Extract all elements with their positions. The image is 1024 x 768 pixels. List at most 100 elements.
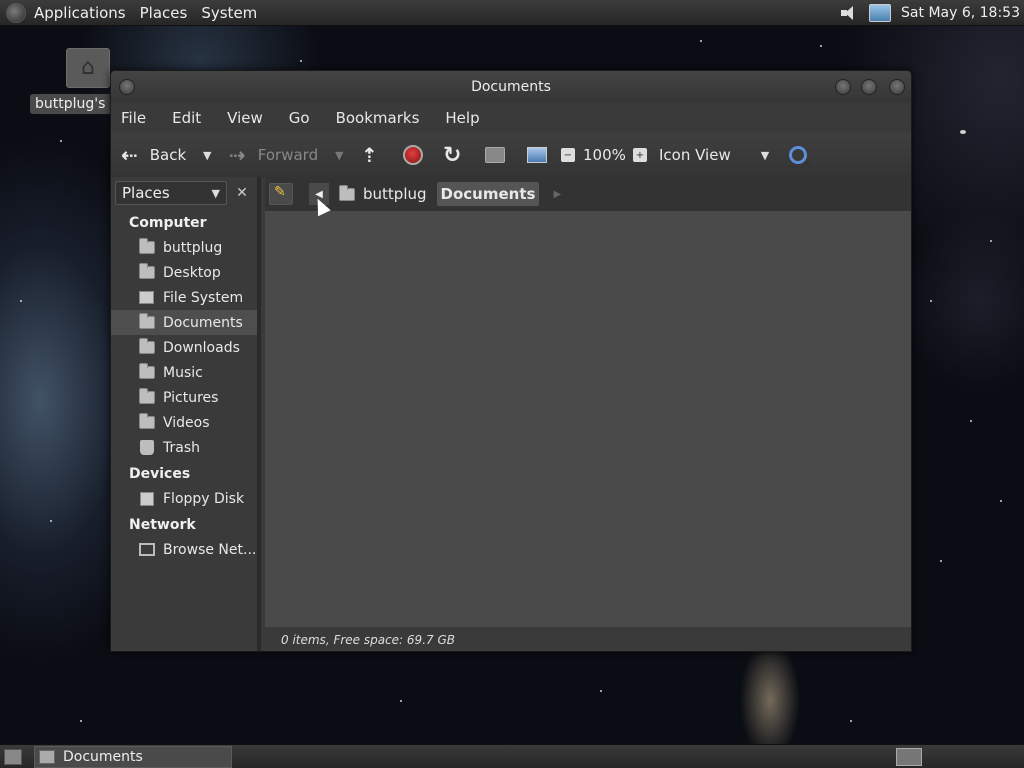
minimize-button[interactable]: [835, 79, 851, 95]
breadcrumb-home[interactable]: buttplug: [335, 182, 431, 206]
distro-logo-icon[interactable]: [6, 2, 26, 23]
sidebar: Places ▼ ✕ Computer buttplug Desktop Fil…: [111, 177, 261, 651]
file-manager-window: Documents File Edit View Go Bookmarks He…: [110, 70, 912, 652]
computer-icon: [527, 147, 547, 163]
floppy-disk-icon: [140, 491, 154, 506]
up-arrow-icon: ⇡: [361, 143, 378, 167]
sidebar-item-label: Desktop: [163, 264, 221, 281]
applications-menu[interactable]: Applications: [34, 4, 126, 22]
filesystem-icon: [139, 291, 154, 304]
sidebar-item-label: Floppy Disk: [163, 490, 245, 507]
sidebar-selector[interactable]: Places ▼: [115, 181, 227, 205]
sidebar-section-devices: Devices: [129, 466, 191, 482]
menu-help[interactable]: Help: [445, 109, 479, 127]
home-folder-icon: [339, 184, 355, 201]
stop-button[interactable]: [403, 133, 423, 177]
window-menu-button[interactable]: [119, 79, 135, 95]
menu-go[interactable]: Go: [289, 109, 310, 127]
chevron-down-icon: ▼: [203, 148, 212, 162]
sidebar-item-label: Music: [163, 364, 203, 381]
places-menu[interactable]: Places: [140, 4, 188, 22]
forward-button[interactable]: ⇢ Forward: [229, 133, 318, 177]
sidebar-close-icon[interactable]: ✕: [231, 182, 253, 204]
maximize-button[interactable]: [861, 79, 877, 95]
sidebar-item-filesystem[interactable]: File System: [111, 285, 257, 310]
home-folder-icon: [66, 48, 110, 88]
menu-edit[interactable]: Edit: [172, 109, 201, 127]
system-menu[interactable]: System: [201, 4, 257, 22]
zoom-out-button[interactable]: −: [561, 133, 575, 177]
home-icon: [485, 147, 505, 163]
chevron-down-icon: ▼: [335, 148, 344, 162]
sidebar-item-label: File System: [163, 289, 244, 306]
home-folder-icon: [139, 238, 155, 254]
top-panel: Applications Places System Sat May 6, 18…: [0, 0, 1024, 26]
window-title: Documents: [471, 79, 551, 95]
volume-icon[interactable]: [841, 5, 859, 21]
forward-label: Forward: [257, 146, 319, 164]
menubar: File Edit View Go Bookmarks Help: [111, 103, 911, 133]
computer-button[interactable]: [527, 133, 547, 177]
sidebar-item-home[interactable]: buttplug: [111, 235, 257, 260]
sidebar-item-floppy[interactable]: Floppy Disk: [111, 486, 257, 511]
edit-location-button[interactable]: [269, 183, 293, 205]
file-view-area[interactable]: [265, 211, 911, 627]
network-icon[interactable]: [869, 4, 892, 22]
window-titlebar[interactable]: Documents: [111, 71, 911, 103]
forward-history-dropdown[interactable]: ▼: [335, 133, 343, 177]
zoom-level[interactable]: 100%: [583, 133, 626, 177]
breadcrumb-documents[interactable]: Documents: [436, 182, 540, 206]
desktop-folder-icon: [139, 263, 155, 279]
sidebar-item-browse-network[interactable]: Browse Net...: [111, 537, 257, 562]
sidebar-item-downloads[interactable]: Downloads: [111, 335, 257, 360]
sidebar-item-label: Trash: [163, 439, 200, 456]
clock[interactable]: Sat May 6, 18:53: [901, 5, 1020, 21]
zoom-out-icon: −: [561, 148, 575, 162]
back-arrow-icon: ⇠: [121, 143, 138, 167]
sidebar-item-label: Videos: [163, 414, 210, 431]
stop-icon: [403, 145, 423, 165]
network-browse-icon: [139, 543, 155, 556]
workspace-switcher[interactable]: [896, 748, 922, 766]
documents-folder-icon: [139, 313, 155, 329]
trash-icon: [140, 440, 154, 455]
menu-view[interactable]: View: [227, 109, 263, 127]
sidebar-item-videos[interactable]: Videos: [111, 410, 257, 435]
sidebar-item-desktop[interactable]: Desktop: [111, 260, 257, 285]
path-scroll-right-button[interactable]: ▶: [553, 189, 561, 200]
reload-button[interactable]: ↻: [443, 133, 461, 177]
up-button[interactable]: ⇡: [361, 133, 378, 177]
back-history-dropdown[interactable]: ▼: [203, 133, 211, 177]
sidebar-item-trash[interactable]: Trash: [111, 435, 257, 460]
bottom-panel: Documents: [0, 744, 1024, 768]
sidebar-section-computer: Computer: [129, 215, 207, 231]
breadcrumb-label: Documents: [440, 185, 536, 203]
videos-folder-icon: [139, 413, 155, 429]
downloads-folder-icon: [139, 338, 155, 354]
search-icon: [789, 146, 807, 164]
sidebar-item-documents[interactable]: Documents: [111, 310, 257, 335]
view-mode-select[interactable]: Icon View ▼: [659, 133, 769, 177]
music-folder-icon: [139, 363, 155, 379]
back-label: Back: [149, 146, 187, 164]
view-mode-label: Icon View: [659, 146, 731, 164]
sidebar-item-label: Documents: [163, 314, 243, 331]
back-button[interactable]: ⇠ Back: [121, 133, 186, 177]
sidebar-item-music[interactable]: Music: [111, 360, 257, 385]
taskbar-item-label: Documents: [63, 749, 143, 765]
chevron-down-icon: ▼: [211, 186, 220, 200]
taskbar-item-documents[interactable]: Documents: [34, 746, 232, 768]
zoom-in-button[interactable]: +: [633, 133, 647, 177]
search-button[interactable]: [789, 133, 807, 177]
home-button[interactable]: [485, 133, 505, 177]
menu-bookmarks[interactable]: Bookmarks: [336, 109, 420, 127]
reload-icon: ↻: [443, 142, 462, 168]
menu-file[interactable]: File: [121, 109, 146, 127]
sidebar-item-label: Downloads: [163, 339, 240, 356]
sidebar-item-label: Pictures: [163, 389, 219, 406]
close-button[interactable]: [889, 79, 905, 95]
show-desktop-icon[interactable]: [4, 749, 22, 765]
zoom-level-label: 100%: [583, 146, 626, 164]
sidebar-item-pictures[interactable]: Pictures: [111, 385, 257, 410]
toolbar: ⇠ Back ▼ ⇢ Forward ▼ ⇡ ↻ − 100% + Icon V…: [111, 133, 911, 177]
